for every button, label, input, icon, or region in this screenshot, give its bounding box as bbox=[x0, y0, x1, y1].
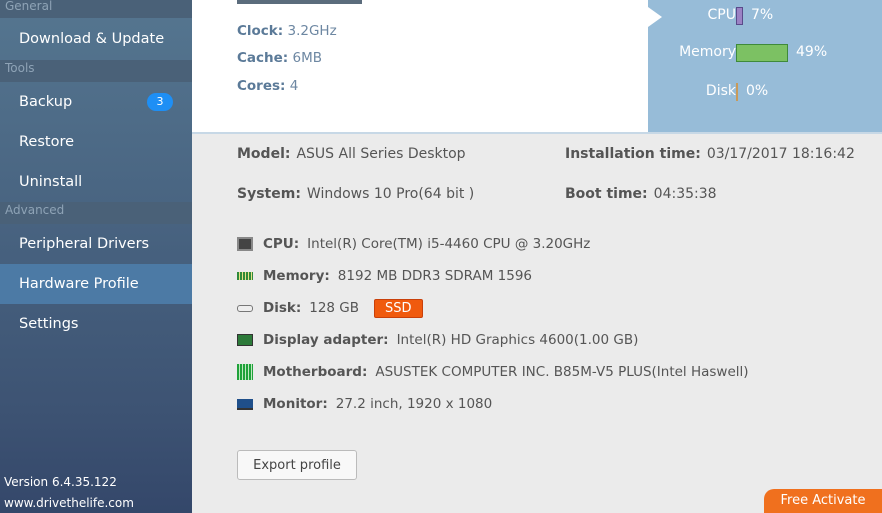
hw-monitor-value: 27.2 inch, 1920 x 1080 bbox=[335, 396, 493, 412]
hw-cpu: CPU: Intel(R) Core(TM) i5-4460 CPU @ 3.20… bbox=[237, 234, 590, 254]
usage-panel: CPU 7% Memory 49% Disk 0% bbox=[648, 0, 882, 132]
disk-usage-label: Disk bbox=[705, 83, 736, 99]
hw-disk-value: 128 GB bbox=[309, 300, 360, 316]
install-value: 03/17/2017 18:16:42 bbox=[706, 146, 855, 162]
hw-monitor-label: Monitor: bbox=[263, 396, 328, 412]
hw-display-label: Display adapter: bbox=[263, 332, 389, 348]
clock-value: 3.2GHz bbox=[287, 23, 337, 39]
cpu-usage-value: 7% bbox=[751, 7, 774, 23]
hw-cpu-value: Intel(R) Core(TM) i5-4460 CPU @ 3.20GHz bbox=[307, 236, 591, 252]
hw-display: Display adapter: Intel(R) HD Graphics 460… bbox=[237, 330, 638, 350]
hw-cpu-label: CPU: bbox=[263, 236, 300, 252]
cpu-usage-bar bbox=[736, 7, 743, 25]
boot-row: Boot time: 04:35:38 bbox=[565, 186, 717, 202]
display-adapter-icon bbox=[237, 334, 253, 346]
model-label: Model: bbox=[237, 146, 291, 162]
cache-label: Cache: bbox=[237, 50, 289, 66]
monitor-icon bbox=[237, 398, 253, 410]
hw-disk: Disk: 128 GB SSD bbox=[237, 298, 423, 318]
version-label: Version 6.4.35.122 bbox=[4, 475, 117, 489]
install-row: Installation time: 03/17/2017 18:16:42 bbox=[565, 146, 855, 162]
memory-icon bbox=[237, 272, 253, 280]
sidebar-item-peripheral-drivers[interactable]: Peripheral Drivers bbox=[0, 224, 192, 264]
cpu-usage: CPU 7% bbox=[648, 7, 882, 25]
cores-label: Cores: bbox=[237, 78, 286, 94]
cores-value: 4 bbox=[289, 78, 299, 94]
hw-memory: Memory: 8192 MB DDR3 SDRAM 1596 bbox=[237, 266, 532, 286]
disk-usage-value: 0% bbox=[746, 83, 769, 99]
motherboard-icon bbox=[237, 364, 253, 380]
section-tools: Tools bbox=[0, 60, 192, 82]
section-general: General bbox=[0, 0, 192, 18]
disk-usage-bar bbox=[736, 83, 738, 101]
memory-usage: Memory 49% bbox=[648, 44, 882, 62]
clock-row: Clock: 3.2GHz bbox=[237, 23, 337, 39]
system-value: Windows 10 Pro(64 bit ) bbox=[306, 186, 475, 202]
cores-row: Cores: 4 bbox=[237, 78, 298, 94]
cache-value: 6MB bbox=[292, 50, 322, 66]
memory-usage-value: 49% bbox=[796, 44, 828, 60]
hw-monitor: Monitor: 27.2 inch, 1920 x 1080 bbox=[237, 394, 492, 414]
disk-icon bbox=[237, 304, 253, 312]
hw-motherboard-value: ASUSTEK COMPUTER INC. B85M-V5 PLUS(Intel… bbox=[375, 364, 749, 380]
export-profile-button[interactable]: Export profile bbox=[237, 450, 357, 480]
sidebar-item-backup[interactable]: Backup 3 bbox=[0, 82, 192, 122]
sidebar-item-hardware-profile[interactable]: Hardware Profile bbox=[0, 264, 192, 304]
hw-display-value: Intel(R) HD Graphics 4600(1.00 GB) bbox=[396, 332, 639, 348]
sidebar-item-restore[interactable]: Restore bbox=[0, 122, 192, 162]
memory-usage-bar bbox=[736, 44, 788, 62]
backup-count-badge: 3 bbox=[147, 93, 173, 111]
ssd-badge: SSD bbox=[374, 298, 423, 318]
cpu-details-panel: Clock: 3.2GHz Cache: 6MB Cores: 4 bbox=[192, 0, 648, 132]
sidebar-item-label: Backup bbox=[19, 94, 73, 110]
divider bbox=[192, 132, 882, 134]
free-activate-button[interactable]: Free Activate bbox=[764, 489, 882, 513]
memory-usage-label: Memory bbox=[679, 44, 736, 60]
website-link[interactable]: www.drivethelife.com bbox=[4, 496, 134, 510]
sidebar-item-settings[interactable]: Settings bbox=[0, 304, 192, 344]
clock-label: Clock: bbox=[237, 23, 284, 39]
hw-motherboard: Motherboard: ASUSTEK COMPUTER INC. B85M-V… bbox=[237, 362, 749, 382]
system-label: System: bbox=[237, 186, 301, 202]
boot-label: Boot time: bbox=[565, 186, 648, 202]
disk-usage: Disk 0% bbox=[648, 83, 882, 101]
hw-motherboard-label: Motherboard: bbox=[263, 364, 368, 380]
hw-memory-value: 8192 MB DDR3 SDRAM 1596 bbox=[337, 268, 533, 284]
hw-memory-label: Memory: bbox=[263, 268, 330, 284]
model-value: ASUS All Series Desktop bbox=[296, 146, 466, 162]
sidebar-item-uninstall[interactable]: Uninstall bbox=[0, 162, 192, 202]
model-row: Model: ASUS All Series Desktop bbox=[237, 146, 466, 162]
sidebar: General Download & Update Tools Backup 3 … bbox=[0, 0, 192, 513]
cpu-usage-label: CPU bbox=[707, 7, 736, 23]
sidebar-item-download-update[interactable]: Download & Update bbox=[0, 18, 192, 60]
cpu-icon bbox=[237, 237, 253, 251]
tab-indicator bbox=[237, 0, 362, 4]
cache-row: Cache: 6MB bbox=[237, 50, 322, 66]
section-advanced: Advanced bbox=[0, 202, 192, 224]
install-label: Installation time: bbox=[565, 146, 701, 162]
system-row: System: Windows 10 Pro(64 bit ) bbox=[237, 186, 474, 202]
boot-value: 04:35:38 bbox=[653, 186, 717, 202]
hw-disk-label: Disk: bbox=[263, 300, 302, 316]
